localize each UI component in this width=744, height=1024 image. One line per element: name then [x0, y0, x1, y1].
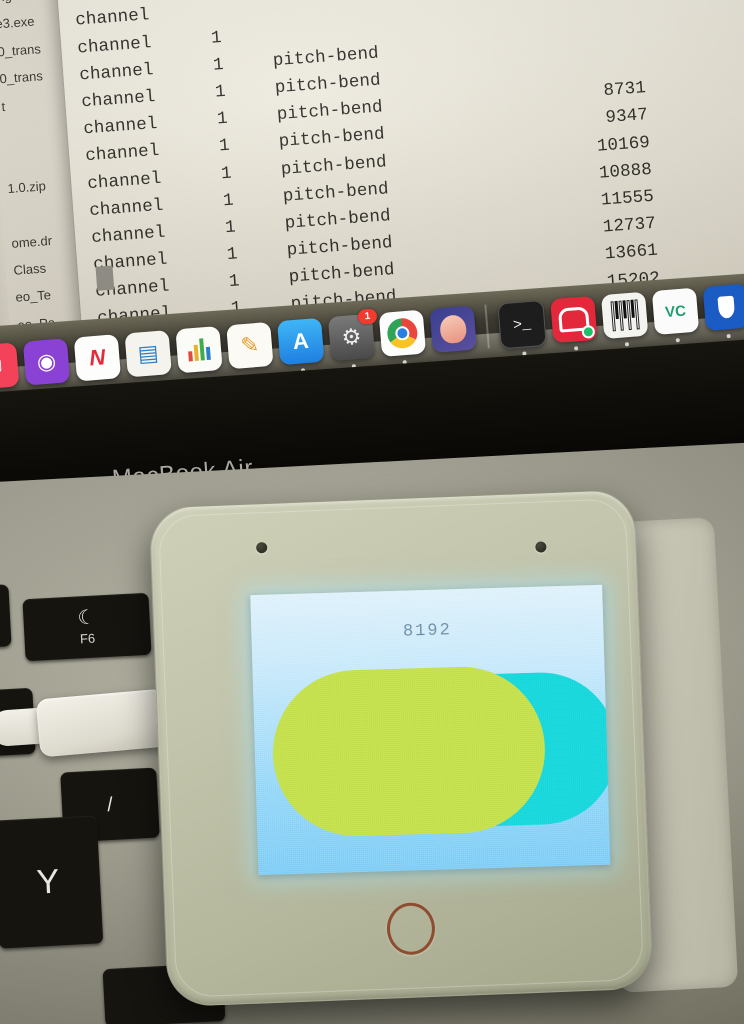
- running-indicator-dot: [675, 338, 680, 343]
- key-f6[interactable]: ☾ F6: [22, 592, 152, 662]
- dock-item-system-settings-app[interactable]: ⚙ 1: [327, 308, 378, 369]
- device-screw-hole-left: [256, 541, 268, 554]
- dock-item-red-utility-app[interactable]: [550, 295, 598, 351]
- key-label: Y: [35, 862, 61, 902]
- terminal-prompt-icon: >_: [512, 315, 532, 334]
- dock-item-midi-piano-app[interactable]: [600, 291, 649, 347]
- terminal-cursor: [95, 265, 115, 291]
- bar-chart-icon: [187, 338, 211, 362]
- device-lcd-screen: 8192: [250, 584, 611, 876]
- dock-item-pages-app[interactable]: ✎: [226, 321, 274, 370]
- esp-midi-device[interactable]: 8192: [148, 488, 654, 1008]
- dock-item-app-store-app[interactable]: A: [277, 317, 325, 373]
- dock-item-anime-game-app[interactable]: [429, 305, 477, 353]
- dock-item-bitwarden-app[interactable]: [702, 283, 744, 339]
- keynote-podium-icon: ▤: [136, 339, 160, 367]
- dock-item-podcasts-app[interactable]: ◉: [22, 338, 71, 386]
- pen-icon: ✎: [239, 331, 261, 359]
- photo-scene: mg e3.exe 0_trans 0_trans t 1.0.zip ome.…: [0, 0, 744, 1024]
- chrome-icon: [386, 317, 419, 350]
- anime-character-icon: [439, 314, 468, 345]
- running-indicator-dot: [624, 342, 630, 347]
- dock-item-veracrypt-app[interactable]: VC: [651, 287, 700, 343]
- dock-item-terminal-app[interactable]: >_: [497, 299, 547, 356]
- podcast-icon: ◉: [35, 348, 58, 375]
- check-badge-icon: [581, 324, 596, 339]
- key-label: F6: [79, 630, 96, 647]
- dock-item-keynote-app[interactable]: ▤: [124, 330, 172, 378]
- piano-keys-icon: [609, 299, 640, 332]
- lcd-bar-primary: [270, 664, 548, 839]
- device-screw-hole-right: [535, 541, 547, 553]
- dock-item-news-app[interactable]: N: [73, 334, 122, 382]
- usb-c-connector: [35, 688, 169, 758]
- music-note-icon: ♫: [0, 352, 5, 379]
- dock-item-music-app[interactable]: ♫: [0, 342, 20, 398]
- running-indicator-dot: [726, 333, 731, 339]
- key-label: /: [106, 793, 114, 817]
- news-icon: N: [88, 344, 107, 371]
- veracrypt-icon: VC: [664, 302, 687, 321]
- shield-icon: [717, 295, 736, 319]
- key-y[interactable]: Y: [0, 815, 104, 949]
- app-store-icon: A: [291, 327, 310, 355]
- dock-item-numbers-app[interactable]: [175, 325, 223, 374]
- status-badge: 1: [357, 308, 378, 325]
- moon-icon: ☾: [76, 606, 97, 630]
- device-circle-button[interactable]: [385, 901, 436, 956]
- running-indicator-dot: [573, 346, 579, 351]
- dock-item-chrome-app[interactable]: [378, 309, 427, 365]
- dock-separator: [484, 304, 490, 349]
- gear-icon: ⚙: [340, 323, 363, 351]
- lcd-value-readout: 8192: [402, 621, 453, 642]
